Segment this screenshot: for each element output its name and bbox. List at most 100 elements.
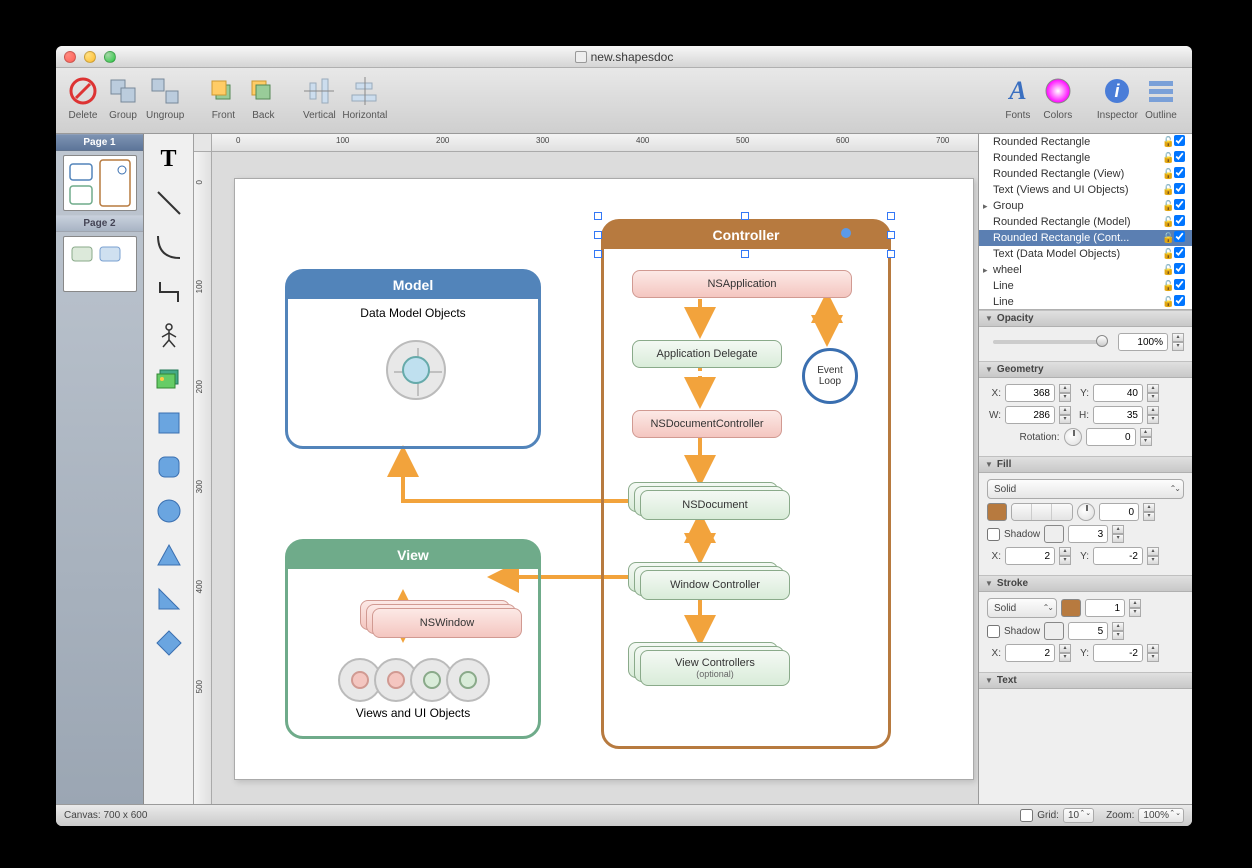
stroke-shadow-color[interactable]: [1044, 622, 1064, 640]
align-vertical-button[interactable]: Vertical: [302, 74, 336, 121]
outline-row[interactable]: Line🔓: [979, 294, 1192, 310]
fill-color-well[interactable]: [987, 503, 1007, 521]
fill-shadow-x[interactable]: [1005, 547, 1055, 565]
outline-row[interactable]: Line🔓: [979, 278, 1192, 294]
fill-shadow-color[interactable]: [1044, 525, 1064, 543]
stroke-mode-select[interactable]: Solid: [987, 598, 1057, 618]
outline-button[interactable]: Outline: [1144, 74, 1178, 121]
lock-icon[interactable]: 🔓: [1162, 297, 1174, 308]
stroke-color-well[interactable]: [1061, 599, 1081, 617]
fill-angle-field[interactable]: [1099, 503, 1139, 521]
view-controllers-node[interactable]: View Controllers(optional): [640, 650, 790, 686]
fill-gradient-stops[interactable]: [1011, 503, 1073, 521]
canvas-page[interactable]: Model Data Model Objects View NSWin: [234, 178, 974, 780]
stroke-width-field[interactable]: [1085, 599, 1125, 617]
colors-button[interactable]: Colors: [1041, 74, 1075, 121]
visibility-check[interactable]: [1174, 135, 1185, 146]
diamond-tool[interactable]: [148, 622, 190, 664]
h-field[interactable]: [1093, 406, 1143, 424]
visibility-check[interactable]: [1174, 247, 1185, 258]
outline-row[interactable]: ▸wheel🔓: [979, 262, 1192, 278]
y-field[interactable]: [1093, 384, 1143, 402]
outline-row[interactable]: Rounded Rectangle (Cont...🔓: [979, 230, 1192, 246]
outline-row[interactable]: Text (Data Model Objects)🔓: [979, 246, 1192, 262]
outline-row[interactable]: Rounded Rectangle🔓: [979, 150, 1192, 166]
lock-icon[interactable]: 🔓: [1162, 201, 1174, 212]
view-container[interactable]: View NSWindow Views and UI Objects: [285, 539, 541, 739]
visibility-check[interactable]: [1174, 263, 1185, 274]
grid-toggle[interactable]: [1020, 809, 1033, 822]
w-field[interactable]: [1005, 406, 1055, 424]
opacity-field[interactable]: [1118, 333, 1168, 351]
fill-shadow-y[interactable]: [1093, 547, 1143, 565]
fill-shadow-check[interactable]: [987, 528, 1000, 541]
stroke-shadow-blur[interactable]: [1068, 622, 1108, 640]
outline-list[interactable]: Rounded Rectangle🔓Rounded Rectangle🔓Roun…: [979, 134, 1192, 310]
triangle-tool[interactable]: [148, 534, 190, 576]
front-button[interactable]: Front: [206, 74, 240, 121]
visibility-check[interactable]: [1174, 215, 1185, 226]
visibility-check[interactable]: [1174, 151, 1185, 162]
text-tool[interactable]: T: [148, 138, 190, 180]
visibility-check[interactable]: [1174, 279, 1185, 290]
outline-row[interactable]: ▸Group🔓: [979, 198, 1192, 214]
fill-angle-dial[interactable]: [1077, 503, 1095, 521]
align-horizontal-button[interactable]: Horizontal: [342, 74, 387, 121]
lock-icon[interactable]: 🔓: [1162, 169, 1174, 180]
outline-row[interactable]: Rounded Rectangle🔓: [979, 134, 1192, 150]
visibility-check[interactable]: [1174, 183, 1185, 194]
page-2-header[interactable]: Page 2: [56, 215, 143, 232]
lock-icon[interactable]: 🔓: [1162, 281, 1174, 292]
page-1-thumbnail[interactable]: [63, 155, 137, 211]
model-wheel[interactable]: [386, 340, 446, 400]
group-button[interactable]: Group: [106, 74, 140, 121]
model-container[interactable]: Model Data Model Objects: [285, 269, 541, 449]
inspector-button[interactable]: i Inspector: [1097, 74, 1138, 121]
lock-icon[interactable]: 🔓: [1162, 217, 1174, 228]
x-field[interactable]: [1005, 384, 1055, 402]
window-controller-node[interactable]: Window Controller: [640, 570, 790, 600]
rounded-rect-tool[interactable]: [148, 446, 190, 488]
outline-row[interactable]: Rounded Rectangle (View)🔓: [979, 166, 1192, 182]
page-2-thumbnail[interactable]: [63, 236, 137, 292]
outline-row[interactable]: Text (Views and UI Objects)🔓: [979, 182, 1192, 198]
lock-icon[interactable]: 🔓: [1162, 153, 1174, 164]
stroke-shadow-x[interactable]: [1005, 644, 1055, 662]
nsapplication-node[interactable]: NSApplication: [632, 270, 852, 298]
image-tool[interactable]: [148, 358, 190, 400]
nswindow-node[interactable]: NSWindow: [372, 608, 522, 638]
line-tool[interactable]: [148, 182, 190, 224]
page-1-header[interactable]: Page 1: [56, 134, 143, 151]
lock-icon[interactable]: 🔓: [1162, 265, 1174, 276]
stick-figure-tool[interactable]: [148, 314, 190, 356]
opacity-stepper[interactable]: ▴▾: [1172, 333, 1184, 351]
visibility-check[interactable]: [1174, 231, 1185, 242]
zoom-select[interactable]: 100%: [1138, 808, 1184, 823]
opacity-slider[interactable]: [993, 340, 1108, 344]
lock-icon[interactable]: 🔓: [1162, 137, 1174, 148]
lock-icon[interactable]: 🔓: [1162, 233, 1174, 244]
fonts-button[interactable]: A Fonts: [1001, 74, 1035, 121]
stroke-shadow-check[interactable]: [987, 625, 1000, 638]
fill-mode-select[interactable]: Solid: [987, 479, 1184, 499]
lock-icon[interactable]: 🔓: [1162, 185, 1174, 196]
right-triangle-tool[interactable]: [148, 578, 190, 620]
step-tool[interactable]: [148, 270, 190, 312]
nsdocument-node[interactable]: NSDocument: [640, 490, 790, 520]
rectangle-tool[interactable]: [148, 402, 190, 444]
lock-icon[interactable]: 🔓: [1162, 249, 1174, 260]
fill-shadow-blur[interactable]: [1068, 525, 1108, 543]
grid-size-select[interactable]: 10: [1063, 808, 1094, 823]
canvas-viewport[interactable]: Model Data Model Objects View NSWin: [212, 152, 978, 804]
visibility-check[interactable]: [1174, 167, 1185, 178]
event-loop-node[interactable]: EventLoop: [802, 348, 858, 404]
visibility-check[interactable]: [1174, 295, 1185, 306]
stroke-shadow-y[interactable]: [1093, 644, 1143, 662]
visibility-check[interactable]: [1174, 199, 1185, 210]
curve-tool[interactable]: [148, 226, 190, 268]
ungroup-button[interactable]: Ungroup: [146, 74, 184, 121]
delete-button[interactable]: Delete: [66, 74, 100, 121]
app-delegate-node[interactable]: Application Delegate: [632, 340, 782, 368]
outline-row[interactable]: Rounded Rectangle (Model)🔓: [979, 214, 1192, 230]
rotation-dial[interactable]: [1064, 428, 1082, 446]
